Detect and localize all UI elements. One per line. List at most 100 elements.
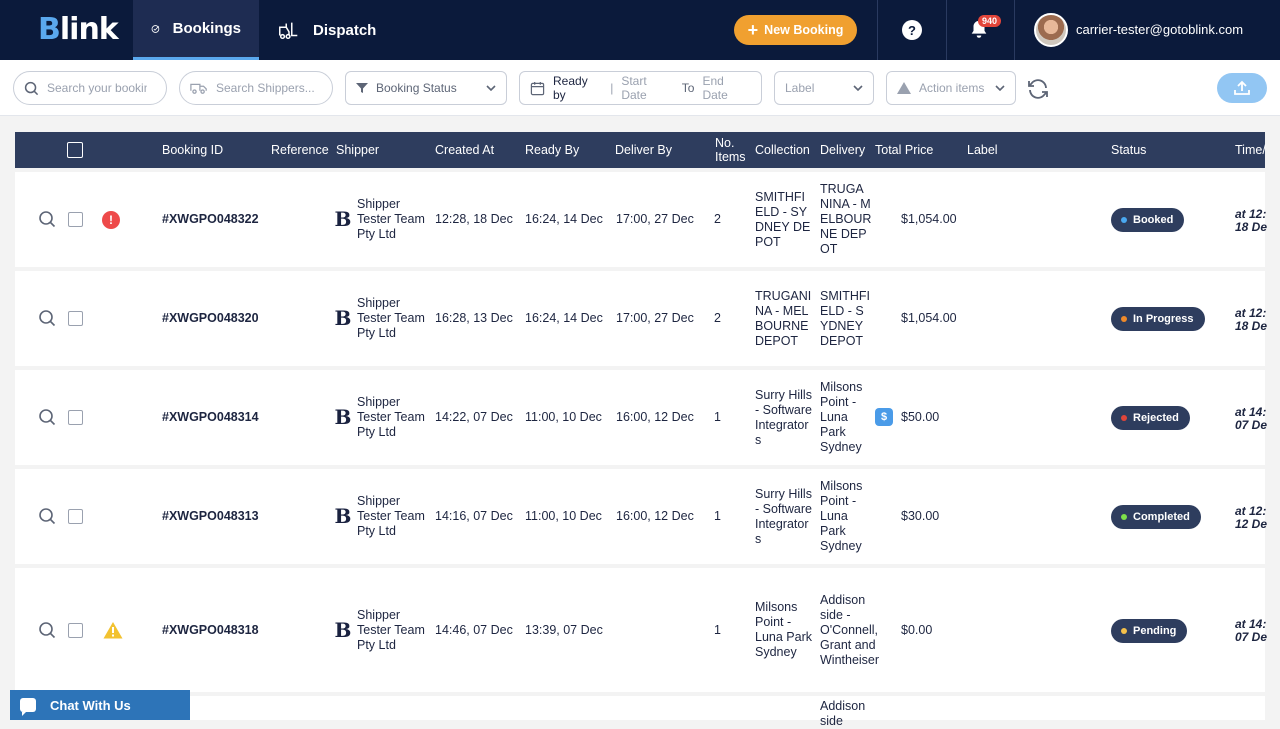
booking-id[interactable]: #XWGPO048313 <box>162 469 259 564</box>
price-tag-icon[interactable]: $ <box>875 408 893 426</box>
filter-icon <box>356 83 368 93</box>
help-icon[interactable]: ? <box>902 20 922 40</box>
status-label: Rejected <box>1133 412 1179 424</box>
col-status[interactable]: Status <box>1111 132 1146 168</box>
label-dropdown[interactable]: Label <box>774 71 874 105</box>
search-input[interactable]: Search your booking <box>47 81 147 95</box>
delivery: SMITHFIELD - SYDNEY DEPOT <box>820 288 870 348</box>
deliver-by: 16:00, 12 Dec <box>616 509 694 523</box>
row-checkbox[interactable] <box>68 509 83 524</box>
row-checkbox[interactable] <box>68 410 83 425</box>
table-row[interactable]: #XWGPO048314 B Shipper Tester Team Pty L… <box>15 370 1267 465</box>
booking-id[interactable]: #XWGPO048320 <box>162 271 259 366</box>
truck-icon <box>190 83 207 94</box>
start-date-input[interactable]: Start Date <box>621 74 673 102</box>
col-reference[interactable]: Reference <box>271 132 329 168</box>
col-time[interactable]: Time/ <box>1235 132 1266 168</box>
booking-search-box[interactable]: Search your booking <box>13 71 167 105</box>
blink-logo[interactable]: Blink <box>38 12 119 47</box>
total-price: $30.00 <box>901 509 940 523</box>
created-at: 14:46, 07 Dec <box>435 622 513 637</box>
search-icon[interactable] <box>38 408 56 426</box>
date-range-picker[interactable]: Ready by | Start Date To End Date <box>519 71 762 105</box>
row-checkbox[interactable] <box>68 311 83 326</box>
chat-with-us-button[interactable]: Chat With Us <box>10 690 190 720</box>
booking-id[interactable]: #XWGPO048322 <box>162 172 259 267</box>
table-row[interactable]: Addison side <box>15 696 1265 728</box>
booking-id[interactable]: #XWGPO048318 <box>162 568 259 692</box>
search-icon[interactable] <box>38 309 56 327</box>
shipper-name: Shipper Tester Team Pty Ltd <box>357 296 425 340</box>
collection: TRUGANINA - MELBOURNE DEPOT <box>755 288 812 348</box>
plus-icon: + <box>747 20 759 40</box>
col-no-items[interactable]: No. Items <box>715 132 751 168</box>
table-row[interactable]: #XWGPO048318 B Shipper Tester Team Pty L… <box>15 568 1267 692</box>
row-checkbox[interactable] <box>68 623 83 638</box>
no-items: 2 <box>714 212 721 226</box>
shipper-search-input[interactable]: Search Shippers... <box>216 81 315 95</box>
user-email[interactable]: carrier-tester@gotoblink.com <box>1076 22 1243 37</box>
end-date-input[interactable]: End Date <box>702 74 751 102</box>
status-dot <box>1121 514 1127 520</box>
col-deliver-by[interactable]: Deliver By <box>615 132 672 168</box>
search-icon[interactable] <box>38 507 56 525</box>
col-collection[interactable]: Collection <box>755 132 810 168</box>
top-navigation-bar: Blink Bookings Dispatch + New Booking ? … <box>0 0 1280 60</box>
table-row[interactable]: ! #XWGPO048322 B Shipper Tester Team Pty… <box>15 172 1267 267</box>
calendar-icon <box>530 81 545 95</box>
shipper-logo-icon: B <box>334 306 352 330</box>
total-price: $1,054.00 <box>901 212 957 226</box>
collection: Milsons Point - Luna Park Sydney <box>755 600 812 659</box>
delivery: Milsons Point - Luna Park Sydney <box>820 380 863 454</box>
new-booking-button[interactable]: + New Booking <box>734 15 857 45</box>
new-booking-label: New Booking <box>764 23 844 37</box>
to-label: To <box>681 81 695 95</box>
col-label[interactable]: Label <box>967 132 998 168</box>
status-dot <box>1121 217 1127 223</box>
col-booking-id[interactable]: Booking ID <box>162 132 223 168</box>
avatar[interactable] <box>1034 13 1068 47</box>
search-icon[interactable] <box>38 210 56 228</box>
filter-bar: Search your booking Search Shippers... B… <box>0 60 1280 116</box>
notification-count-badge: 940 <box>978 15 1002 27</box>
time-line: 18 De <box>1235 319 1268 333</box>
tab-bookings[interactable]: Bookings <box>133 0 259 60</box>
total-price: $1,054.00 <box>901 311 957 325</box>
col-created-at[interactable]: Created At <box>435 132 494 168</box>
alert-icon[interactable]: ! <box>102 211 120 229</box>
label-dropdown-value: Label <box>785 81 815 95</box>
collection: Surry Hills - Software Integrators <box>755 486 812 546</box>
tab-dispatch[interactable]: Dispatch <box>259 0 394 60</box>
booking-id[interactable]: #XWGPO048314 <box>162 370 259 465</box>
delivery: TRUGANINA - MELBOURNE DEPOT <box>820 182 872 256</box>
shipper-search-box[interactable]: Search Shippers... <box>179 71 333 105</box>
select-all-checkbox[interactable] <box>67 142 83 158</box>
search-icon[interactable] <box>38 621 56 639</box>
status-label: Completed <box>1133 511 1190 523</box>
delivery: Addison side <box>820 699 866 728</box>
ready-by: 16:24, 14 Dec <box>525 212 603 226</box>
booking-status-dropdown[interactable]: Booking Status <box>345 71 507 105</box>
time-info: at 12: 18 De <box>1235 208 1267 234</box>
shipper-logo-icon: B <box>334 207 352 231</box>
ready-by: 16:24, 14 Dec <box>525 311 603 325</box>
status-badge: Rejected <box>1111 406 1190 430</box>
col-ready-by[interactable]: Ready By <box>525 132 579 168</box>
upload-button[interactable] <box>1217 73 1267 103</box>
col-delivery[interactable]: Delivery <box>820 132 865 168</box>
table-row[interactable]: #XWGPO048320 B Shipper Tester Team Pty L… <box>15 271 1268 366</box>
refresh-icon[interactable] <box>1026 77 1050 101</box>
table-row[interactable]: #XWGPO048313 B Shipper Tester Team Pty L… <box>15 469 1267 564</box>
shipper-name: Shipper Tester Team Pty Ltd <box>357 607 425 652</box>
col-total-price[interactable]: Total Price <box>875 132 933 168</box>
warning-icon[interactable] <box>103 621 123 639</box>
chevron-down-icon <box>486 85 496 91</box>
status-badge: Completed <box>1111 505 1201 529</box>
action-items-dropdown[interactable]: Action items <box>886 71 1016 105</box>
col-shipper[interactable]: Shipper <box>336 132 379 168</box>
row-checkbox[interactable] <box>68 212 83 227</box>
forklift-icon <box>279 22 298 40</box>
total-price: $50.00 <box>901 410 940 424</box>
tab-dispatch-label: Dispatch <box>313 21 377 39</box>
no-items: 1 <box>714 622 721 637</box>
